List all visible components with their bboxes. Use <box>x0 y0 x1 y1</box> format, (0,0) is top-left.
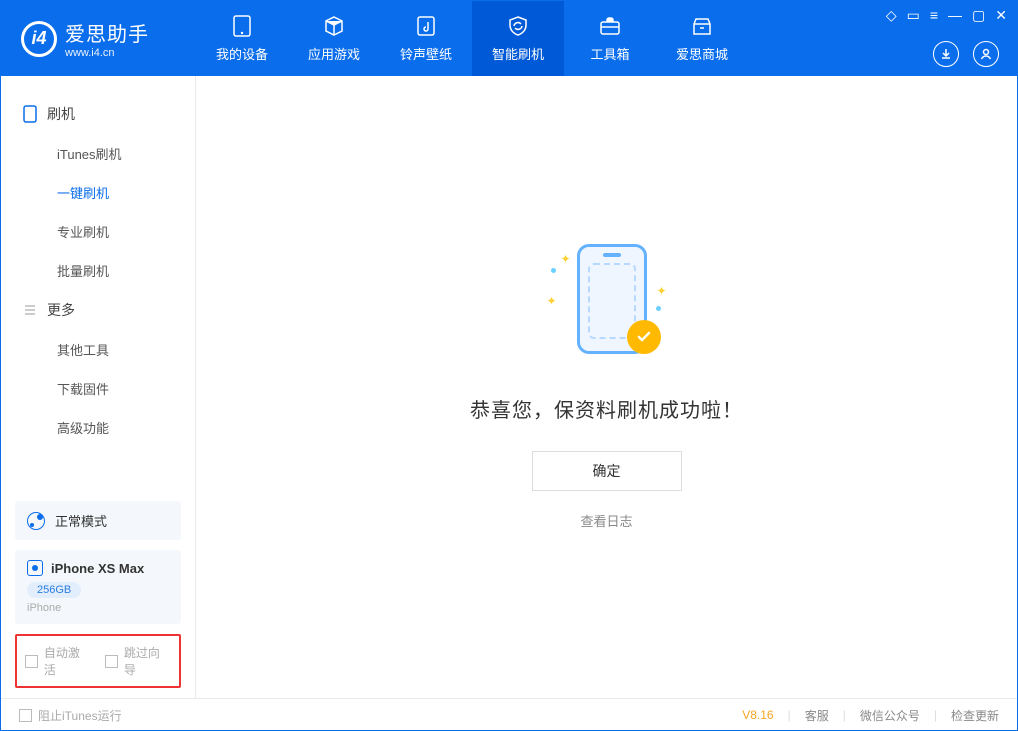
checkbox-skip-guide[interactable]: 跳过向导 <box>105 644 171 678</box>
sparkle-icon: ✦ <box>547 294 557 308</box>
check-badge-icon <box>627 320 661 354</box>
ok-button[interactable]: 确定 <box>532 451 682 491</box>
close-button[interactable]: ✕ <box>995 7 1007 24</box>
nav-apps-games[interactable]: 应用游戏 <box>288 1 380 76</box>
nav-toolbox[interactable]: 工具箱 <box>564 1 656 76</box>
sidebar-item-itunes-flash[interactable]: iTunes刷机 <box>1 134 195 173</box>
success-illustration: ✦ ✦ ✦ <box>547 244 667 364</box>
list-icon <box>23 303 37 317</box>
mode-card[interactable]: 正常模式 <box>15 501 181 540</box>
footer-bar: 阻止iTunes运行 V8.16 | 客服 | 微信公众号 | 检查更新 <box>1 698 1017 731</box>
feedback-icon[interactable]: ▭ <box>907 7 920 24</box>
main-content: ✦ ✦ ✦ 恭喜您，保资料刷机成功啦！ 确定 查看日志 <box>196 76 1017 698</box>
nav-my-device[interactable]: 我的设备 <box>196 1 288 76</box>
tshirt-icon[interactable]: ◇ <box>886 7 897 24</box>
nav-label: 智能刷机 <box>492 44 544 63</box>
sidebar-group-flash: 刷机 <box>1 94 195 134</box>
header-bar: i4 爱思助手 www.i4.cn 我的设备 应用游戏 铃声壁纸 智能刷机 工具… <box>1 1 1017 76</box>
wechat-link[interactable]: 微信公众号 <box>860 707 920 724</box>
dot-icon <box>656 306 661 311</box>
device-type: iPhone <box>27 602 169 614</box>
device-icon <box>230 14 254 38</box>
checkbox-auto-activate[interactable]: 自动激活 <box>25 644 91 678</box>
separator: | <box>934 708 937 722</box>
device-name: iPhone XS Max <box>51 561 144 576</box>
sparkle-icon: ✦ <box>656 284 666 298</box>
device-small-icon <box>27 560 43 576</box>
sidebar-item-advanced[interactable]: 高级功能 <box>1 408 195 447</box>
app-title: 爱思助手 <box>65 18 149 47</box>
view-log-link[interactable]: 查看日志 <box>580 511 632 530</box>
mode-label: 正常模式 <box>55 511 107 530</box>
nav-label: 工具箱 <box>590 44 629 63</box>
mode-icon <box>27 512 45 530</box>
dot-icon <box>551 268 556 273</box>
sidebar-nav: 刷机 iTunes刷机 一键刷机 专业刷机 批量刷机 更多 其他工具 下载固件 … <box>1 76 195 501</box>
nav-label: 应用游戏 <box>308 44 360 63</box>
download-button[interactable] <box>933 41 959 67</box>
checkbox-icon <box>25 655 38 668</box>
sidebar-bottom: 正常模式 iPhone XS Max 256GB iPhone 自动激活 跳过向… <box>1 501 195 698</box>
top-nav: 我的设备 应用游戏 铃声壁纸 智能刷机 工具箱 爱思商城 <box>196 1 748 76</box>
toolbox-icon <box>598 14 622 38</box>
logo-block: i4 爱思助手 www.i4.cn <box>1 18 196 59</box>
sparkle-icon: ✦ <box>561 252 571 266</box>
sidebar-item-other-tools[interactable]: 其他工具 <box>1 330 195 369</box>
options-row: 自动激活 跳过向导 <box>15 634 181 688</box>
group-label: 刷机 <box>47 104 75 124</box>
check-update-link[interactable]: 检查更新 <box>951 707 999 724</box>
sidebar-item-pro-flash[interactable]: 专业刷机 <box>1 212 195 251</box>
music-file-icon <box>414 14 438 38</box>
user-button[interactable] <box>973 41 999 67</box>
window-controls: ◇ ▭ ≡ — ▢ ✕ <box>886 7 1007 24</box>
shield-refresh-icon <box>506 14 530 38</box>
separator: | <box>788 708 791 722</box>
logo-text: 爱思助手 www.i4.cn <box>65 18 149 59</box>
app-subtitle: www.i4.cn <box>65 47 149 59</box>
nav-smart-flash[interactable]: 智能刷机 <box>472 1 564 76</box>
checkbox-icon <box>105 655 118 668</box>
minimize-button[interactable]: — <box>948 7 962 24</box>
checkbox-block-itunes[interactable]: 阻止iTunes运行 <box>19 707 122 724</box>
logo-icon: i4 <box>21 21 57 57</box>
sidebar-group-more: 更多 <box>1 290 195 330</box>
sidebar-item-oneclick-flash[interactable]: 一键刷机 <box>1 173 195 212</box>
checkbox-label: 自动激活 <box>44 644 91 678</box>
separator: | <box>843 708 846 722</box>
body-area: 刷机 iTunes刷机 一键刷机 专业刷机 批量刷机 更多 其他工具 下载固件 … <box>1 76 1017 698</box>
checkbox-label: 跳过向导 <box>124 644 171 678</box>
success-message: 恭喜您，保资料刷机成功啦！ <box>470 394 743 423</box>
sidebar-item-download-firmware[interactable]: 下载固件 <box>1 369 195 408</box>
nav-store[interactable]: 爱思商城 <box>656 1 748 76</box>
maximize-button[interactable]: ▢ <box>972 7 985 24</box>
store-icon <box>690 14 714 38</box>
sidebar: 刷机 iTunes刷机 一键刷机 专业刷机 批量刷机 更多 其他工具 下载固件 … <box>1 76 196 698</box>
header-side-controls <box>933 41 999 67</box>
nav-ringtones[interactable]: 铃声壁纸 <box>380 1 472 76</box>
nav-label: 爱思商城 <box>676 44 728 63</box>
device-card[interactable]: iPhone XS Max 256GB iPhone <box>15 550 181 624</box>
checkbox-icon <box>19 709 32 722</box>
phone-icon <box>23 105 37 123</box>
sidebar-item-batch-flash[interactable]: 批量刷机 <box>1 251 195 290</box>
cube-icon <box>322 14 346 38</box>
group-label: 更多 <box>47 300 75 320</box>
checkbox-label: 阻止iTunes运行 <box>38 707 122 724</box>
version-label: V8.16 <box>742 708 773 722</box>
storage-badge: 256GB <box>27 582 81 598</box>
support-link[interactable]: 客服 <box>805 707 829 724</box>
menu-icon[interactable]: ≡ <box>930 7 938 24</box>
nav-label: 铃声壁纸 <box>400 44 452 63</box>
nav-label: 我的设备 <box>216 44 268 63</box>
